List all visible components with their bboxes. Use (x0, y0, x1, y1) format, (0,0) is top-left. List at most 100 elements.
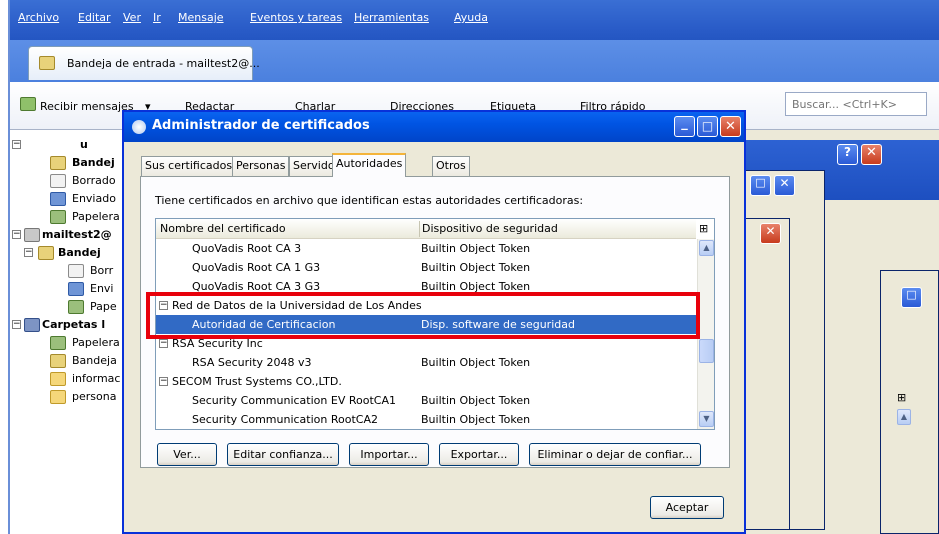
maximize-icon[interactable]: □ (697, 116, 718, 137)
folder-label: Carpetas l (42, 318, 106, 331)
cert-device: Builtin Object Token (421, 394, 531, 407)
highlight-box (146, 292, 700, 339)
menu-herramientas[interactable]: Herramientas (354, 11, 429, 24)
tree-header: Nombre del certificado Dispositivo de se… (156, 219, 696, 239)
maximize-icon[interactable]: □ (901, 287, 922, 308)
folder-label: Envi (90, 282, 114, 295)
sent-icon (68, 282, 84, 296)
menu-ir[interactable]: Ir (153, 11, 161, 24)
cert-name: Security Communication EV RootCA1 (192, 394, 396, 407)
close-icon[interactable]: ✕ (861, 144, 882, 165)
scroll-down-icon[interactable]: ▼ (699, 411, 714, 427)
account-icon (24, 228, 40, 242)
tab-your-certificates[interactable]: Sus certificados (141, 156, 237, 176)
edit-trust-button[interactable]: Editar confianza... (227, 443, 339, 466)
folder-label: Pape (90, 300, 117, 313)
menu-editar[interactable]: Editar (78, 11, 111, 24)
menu-mensaje[interactable]: Mensaje (178, 11, 224, 24)
cert-device: Builtin Object Token (421, 413, 531, 426)
get-mail-icon (20, 97, 36, 111)
close-icon[interactable]: ✕ (774, 175, 795, 196)
cert-name: RSA Security 2048 v3 (192, 356, 312, 369)
folder-label: Enviado (72, 192, 116, 205)
delete-or-distrust-button[interactable]: Eliminar o dejar de confiar... (529, 443, 701, 466)
tree-row[interactable]: QuoVadis Root CA 1 G3 Builtin Object Tok… (156, 258, 696, 277)
tab-authorities[interactable]: Autoridades (332, 153, 407, 177)
collapse-icon[interactable]: − (12, 140, 21, 149)
collapse-icon[interactable]: − (159, 339, 168, 348)
collapse-icon[interactable]: − (159, 377, 168, 386)
folder-label: informac (72, 372, 121, 385)
local-folders-icon (24, 318, 40, 332)
tree-row[interactable]: Security Communication RootCA2 Builtin O… (156, 410, 696, 429)
close-icon[interactable]: ✕ (760, 223, 781, 244)
menu-archivo[interactable]: Archivo (18, 11, 59, 24)
folder-label: u (80, 138, 88, 151)
tab-inbox[interactable]: Bandeja de entrada - mailtest2@... (28, 46, 260, 80)
inbox-icon (50, 156, 66, 170)
column-separator[interactable] (419, 221, 420, 237)
sent-icon (50, 192, 66, 206)
folder-label: Papelera (72, 210, 120, 223)
cert-name: QuoVadis Root CA 1 G3 (192, 261, 321, 274)
column-picker-icon[interactable]: ⊞ (699, 222, 708, 235)
menu-ver[interactable]: Ver (123, 11, 141, 24)
folder-label: Bandej (72, 156, 115, 169)
scroll-up-icon[interactable]: ▲ (699, 240, 714, 256)
collapse-icon[interactable]: − (12, 230, 21, 239)
help-icon[interactable]: ? (837, 144, 858, 165)
trash-icon (68, 300, 84, 314)
search-input[interactable] (786, 93, 926, 115)
folder-label: Bandej (58, 246, 101, 259)
trash-icon (50, 210, 66, 224)
column-security-device[interactable]: Dispositivo de seguridad (422, 222, 558, 235)
tree-row[interactable]: Security Communication EV RootCA1 Builti… (156, 391, 696, 410)
tab-inbox-label: Bandeja de entrada - mailtest2@... (67, 57, 260, 70)
tree-row[interactable]: QuoVadis Root CA 3 Builtin Object Token (156, 239, 696, 258)
tree-row[interactable]: RSA Security 2048 v3 Builtin Object Toke… (156, 353, 696, 372)
column-certificate-name[interactable]: Nombre del certificado (160, 222, 286, 235)
background-window: □ ⊞ ▲ (880, 270, 939, 534)
search-box[interactable] (785, 92, 927, 116)
menu-ayuda[interactable]: Ayuda (454, 11, 488, 24)
get-mail-button[interactable]: Recibir mensajes (40, 100, 134, 113)
column-picker-icon[interactable]: ⊞ (897, 391, 906, 404)
tree-group-row[interactable]: − SECOM Trust Systems CO.,LTD. (156, 372, 696, 391)
trash-icon (50, 336, 66, 350)
export-button[interactable]: Exportar... (439, 443, 519, 466)
inbox-icon (50, 354, 66, 368)
dialog-titlebar[interactable]: Administrador de certificados _ □ ✕ (124, 112, 744, 142)
dialog-app-icon (132, 120, 146, 134)
cert-name: Security Communication RootCA2 (192, 413, 378, 426)
inbox-icon (38, 246, 54, 260)
folder-label: Papelera (72, 336, 120, 349)
cert-device: Builtin Object Token (421, 261, 531, 274)
view-button[interactable]: Ver... (157, 443, 217, 466)
folder-label: Bandeja (72, 354, 117, 367)
collapse-icon[interactable]: − (24, 248, 33, 257)
close-icon[interactable]: ✕ (720, 116, 741, 137)
drafts-icon (50, 174, 66, 188)
tab-people[interactable]: Personas (232, 156, 290, 176)
panel-description: Tiene certificados en archivo que identi… (155, 194, 584, 207)
folder-icon (50, 390, 66, 404)
cert-name: QuoVadis Root CA 3 (192, 242, 302, 255)
inbox-icon (39, 56, 55, 70)
scrollbar-thumb[interactable] (699, 339, 714, 363)
folder-label: mailtest2@ (42, 228, 112, 241)
cert-device: Builtin Object Token (421, 356, 531, 369)
scroll-up-icon[interactable]: ▲ (897, 409, 911, 425)
folder-icon (50, 372, 66, 386)
folder-label: Borrado (72, 174, 116, 187)
tab-others[interactable]: Otros (432, 156, 470, 176)
minimize-icon[interactable]: _ (674, 116, 695, 137)
folder-label: persona (72, 390, 117, 403)
import-button[interactable]: Importar... (349, 443, 429, 466)
collapse-icon[interactable]: − (12, 320, 21, 329)
menu-eventos[interactable]: Eventos y tareas (250, 11, 342, 24)
ok-button[interactable]: Aceptar (650, 496, 724, 519)
menu-bar: Archivo Editar Ver Ir Mensaje Eventos y … (10, 0, 939, 40)
cert-device: Builtin Object Token (421, 242, 531, 255)
folder-label: Borr (90, 264, 114, 277)
maximize-icon[interactable]: □ (750, 175, 771, 196)
